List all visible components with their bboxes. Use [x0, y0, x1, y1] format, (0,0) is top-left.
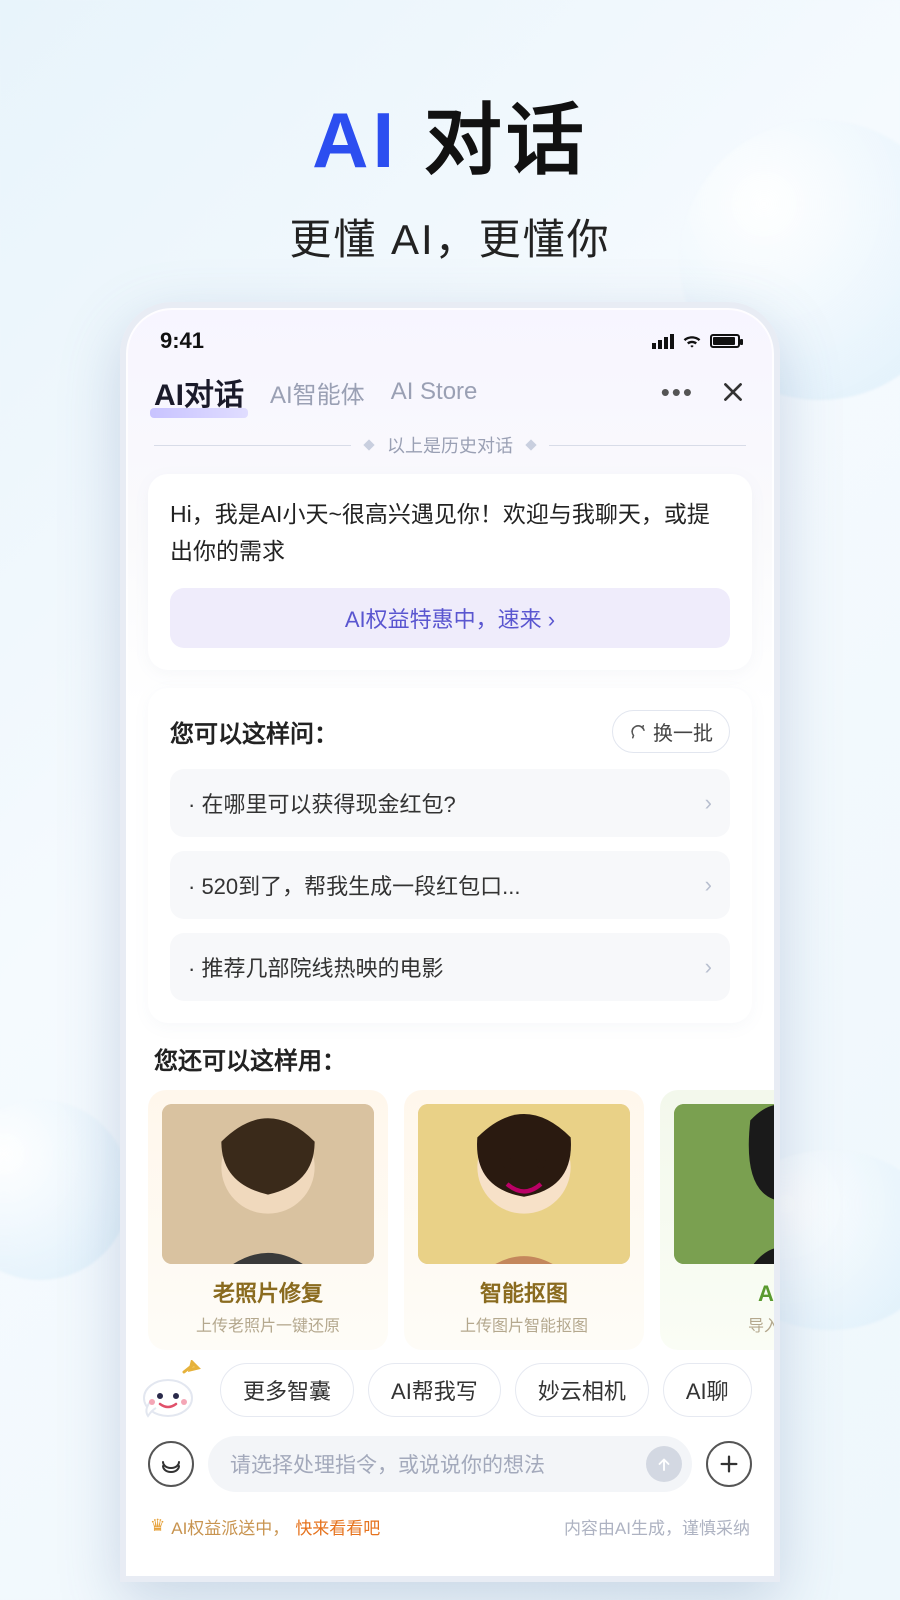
send-button[interactable] — [646, 1446, 682, 1482]
status-bar: 9:41 — [126, 308, 774, 362]
tool-card-cutout[interactable]: 智能抠图 上传图片智能抠图 — [404, 1090, 644, 1350]
refresh-label: 换一批 — [653, 717, 713, 746]
greeting-text: Hi，我是AI小天~很高兴遇见你！欢迎与我聊天，或提出你的需求 — [170, 496, 730, 570]
footer-promo-prefix: AI权益派送中， — [171, 1514, 289, 1539]
tools-title: 您还可以这样用： — [154, 1041, 746, 1076]
close-icon[interactable] — [720, 379, 746, 405]
decorative-bubble — [0, 1100, 130, 1280]
phone-mock: 9:41 AI对话 AI智能体 AI Store ••• 以上是历史对话 Hi，… — [120, 302, 780, 1582]
suggestions-title: 您可以这样问： — [170, 714, 338, 749]
tabs-row: AI对话 AI智能体 AI Store ••• — [126, 362, 774, 426]
tool-name: 智能抠图 — [418, 1276, 630, 1308]
tool-name: 老照片修复 — [162, 1276, 374, 1308]
chip-aichat[interactable]: AI聊 — [663, 1363, 752, 1417]
more-icon[interactable]: ••• — [661, 377, 694, 408]
tool-card-photo-restore[interactable]: 老照片修复 上传老照片一键还原 — [148, 1090, 388, 1350]
plus-icon — [718, 1453, 740, 1475]
chip-more[interactable]: 更多智囊 — [220, 1363, 354, 1417]
history-divider: 以上是历史对话 — [154, 432, 746, 458]
mascot-icon[interactable] — [136, 1360, 206, 1420]
tab-ai-store[interactable]: AI Store — [391, 378, 478, 406]
suggestion-text: · 推荐几部院线热映的电影 — [188, 951, 443, 983]
footer: ♛ AI权益派送中，快来看看吧 内容由AI生成，谨慎采纳 — [126, 1502, 774, 1551]
wifi-icon — [682, 333, 702, 349]
chip-write[interactable]: AI帮我写 — [368, 1363, 501, 1417]
greeting-card: Hi，我是AI小天~很高兴遇见你！欢迎与我聊天，或提出你的需求 AI权益特惠中，… — [148, 474, 752, 670]
chat-input[interactable]: 请选择处理指令，或说说你的想法 — [208, 1436, 692, 1492]
status-time: 9:41 — [160, 328, 204, 354]
refresh-button[interactable]: 换一批 — [612, 710, 730, 753]
input-bar: 请选择处理指令，或说说你的想法 — [126, 1430, 774, 1502]
chip-camera[interactable]: 妙云相机 — [515, 1363, 649, 1417]
refresh-icon — [629, 722, 647, 740]
footer-promo-cta: 快来看看吧 — [295, 1514, 380, 1539]
tool-image — [674, 1104, 774, 1264]
history-label: 以上是历史对话 — [387, 432, 513, 458]
tool-desc: 导入实拍 — [674, 1312, 774, 1336]
battery-icon — [710, 334, 740, 348]
tab-ai-agent[interactable]: AI智能体 — [270, 375, 365, 410]
quick-chips-row: 更多智囊 AI帮我写 妙云相机 AI聊 — [126, 1350, 774, 1430]
voice-icon — [159, 1452, 183, 1476]
tool-image — [418, 1104, 630, 1264]
crown-icon: ♛ — [150, 1516, 165, 1536]
chevron-right-icon: › — [705, 872, 712, 898]
tools-row[interactable]: 老照片修复 上传老照片一键还原 智能抠图 上传图片智能抠图 — [126, 1090, 774, 1350]
tool-desc: 上传图片智能抠图 — [418, 1312, 630, 1336]
footer-disclaimer: 内容由AI生成，谨慎采纳 — [564, 1514, 750, 1539]
status-icons — [652, 333, 740, 349]
tool-name: AI滤 — [674, 1276, 774, 1308]
arrow-up-icon — [655, 1455, 673, 1473]
chevron-right-icon: › — [705, 790, 712, 816]
tab-ai-chat[interactable]: AI对话 — [154, 370, 244, 414]
suggestions-card: 您可以这样问： 换一批 · 在哪里可以获得现金红包? › · 520到了，帮我生… — [148, 688, 752, 1023]
suggestion-item[interactable]: · 推荐几部院线热映的电影 › — [170, 933, 730, 1001]
suggestion-item[interactable]: · 在哪里可以获得现金红包? › — [170, 769, 730, 837]
signal-icon — [652, 334, 674, 349]
suggestion-text: · 520到了，帮我生成一段红包口... — [188, 869, 520, 901]
tool-card-ai-filter[interactable]: AI滤 导入实拍 — [660, 1090, 774, 1350]
footer-promo[interactable]: ♛ AI权益派送中，快来看看吧 — [150, 1514, 380, 1539]
chevron-right-icon: › — [705, 954, 712, 980]
hero-title-rest: 对话 — [398, 96, 588, 184]
input-placeholder: 请选择处理指令，或说说你的想法 — [230, 1449, 545, 1479]
tool-desc: 上传老照片一键还原 — [162, 1312, 374, 1336]
hero-title-ai: AI — [312, 96, 398, 184]
promo-banner[interactable]: AI权益特惠中，速来 › — [170, 588, 730, 648]
suggestion-item[interactable]: · 520到了，帮我生成一段红包口... › — [170, 851, 730, 919]
add-button[interactable] — [706, 1441, 752, 1487]
voice-button[interactable] — [148, 1441, 194, 1487]
suggestion-text: · 在哪里可以获得现金红包? — [188, 787, 456, 819]
tool-image — [162, 1104, 374, 1264]
